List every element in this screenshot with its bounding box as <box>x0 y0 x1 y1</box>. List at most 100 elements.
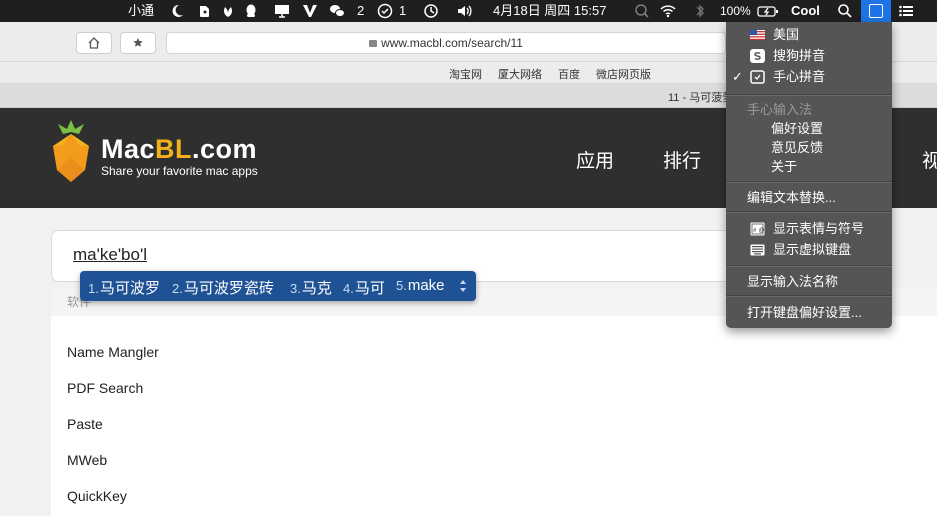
menu-separator <box>726 94 892 96</box>
time-machine-icon[interactable] <box>423 3 439 19</box>
menu-item-label: 显示虚拟键盘 <box>773 242 852 257</box>
menu-item-label: 搜狗拼音 <box>773 48 826 63</box>
bookmarks-button[interactable] <box>120 32 156 54</box>
result-item-name-mangler[interactable]: Name Mangler <box>67 344 159 360</box>
candidate-number: 3. <box>290 281 301 296</box>
menu-item-label: 手心拼音 <box>773 69 826 84</box>
menu-item-preferences[interactable]: 偏好设置 <box>726 119 892 139</box>
ime-candidate-window: 1.马可波罗 2.马可波罗瓷砖 3.马克 4.马可 5.make <box>80 271 476 301</box>
address-bar[interactable]: www.macbl.com/search/11 <box>166 32 726 54</box>
menu-item-label: 美国 <box>773 27 800 42</box>
input-source-menu: 美国 搜狗拼音 ✓ 手心拼音 手心输入法 偏好设置 意见反馈 关于 编辑文本替换… <box>726 22 892 328</box>
evernote-icon[interactable] <box>196 3 212 19</box>
bookmark-xmu-net[interactable]: 厦大网络 <box>498 66 542 82</box>
notification-center-icon[interactable] <box>898 3 914 19</box>
site-tagline: Share your favorite mac apps <box>101 164 258 178</box>
menu-item-us[interactable]: 美国 <box>726 25 892 45</box>
menu-item-show-input-name[interactable]: 显示输入法名称 <box>726 272 892 292</box>
candidate-text: 马可波罗瓷砖 <box>183 280 274 297</box>
candidate-text: 马可波罗 <box>99 280 160 297</box>
star-icon <box>133 38 143 47</box>
result-item-quickkey[interactable]: QuickKey <box>67 488 127 504</box>
url-text: www.macbl.com/search/11 <box>381 36 523 50</box>
keyboard-viewer-icon <box>750 244 765 256</box>
svg-text:@: @ <box>759 228 765 234</box>
ime-candidate-4[interactable]: 4.马可 <box>343 277 385 298</box>
leaf-icon[interactable] <box>220 3 236 19</box>
user-name[interactable]: Cool <box>791 0 820 22</box>
notify-count: 1 <box>399 3 407 18</box>
logo-bl: BL <box>155 134 193 164</box>
menubar: 小通 2 1 4月18日 周四 15:57 100% Cool <box>0 0 937 22</box>
lock-icon <box>369 40 378 48</box>
menu-item-label: 显示输入法名称 <box>747 274 839 289</box>
menu-separator <box>726 265 892 267</box>
wifi-icon[interactable] <box>660 3 676 19</box>
menu-item-sogou[interactable]: 搜狗拼音 <box>726 46 892 66</box>
menu-item-shouxin[interactable]: ✓ 手心拼音 <box>726 67 892 87</box>
shouxin-icon <box>750 70 765 84</box>
wechat-count: 2 <box>357 3 365 18</box>
home-button[interactable] <box>76 32 112 54</box>
spotlight-icon[interactable] <box>837 3 853 19</box>
menu-section-title: 手心输入法 <box>726 100 892 120</box>
result-item-paste[interactable]: Paste <box>67 416 103 432</box>
nav-ranking[interactable]: 排行 <box>663 146 701 173</box>
menu-separator <box>726 295 892 297</box>
wechat-icon[interactable] <box>329 3 345 19</box>
battery-icon[interactable] <box>757 3 779 19</box>
result-item-pdf-search[interactable]: PDF Search <box>67 380 143 396</box>
ime-candidate-3[interactable]: 3.马克 <box>290 277 332 298</box>
menu-item-label: 偏好设置 <box>771 121 824 136</box>
ime-candidate-5[interactable]: 5.make <box>396 277 445 294</box>
page-arrows-icon[interactable] <box>459 279 467 293</box>
candidate-number: 4. <box>343 281 354 296</box>
section-title-text: 手心输入法 <box>747 102 813 117</box>
pineapple-logo-icon[interactable] <box>50 120 92 182</box>
candidate-number: 1. <box>88 281 99 296</box>
result-item-mweb[interactable]: MWeb <box>67 452 107 468</box>
menu-item-keyboard-viewer[interactable]: 显示虚拟键盘 <box>726 240 892 260</box>
menu-separator <box>726 181 892 183</box>
nav-video[interactable]: 视 <box>922 146 937 173</box>
sogou-icon <box>750 49 765 63</box>
check-badge-icon[interactable] <box>377 3 393 19</box>
candidate-text: make <box>407 277 445 294</box>
us-flag-icon <box>750 30 765 40</box>
bluetooth-icon[interactable] <box>692 3 708 19</box>
clock[interactable]: 4月18日 周四 15:57 <box>493 0 606 22</box>
qq-icon[interactable] <box>243 3 259 19</box>
menu-item-label: 意见反馈 <box>771 140 824 155</box>
bookmark-taobao[interactable]: 淘宝网 <box>449 66 482 82</box>
presentation-icon[interactable] <box>274 3 290 19</box>
user-switch-icon[interactable] <box>634 3 650 19</box>
menu-item-edit-text-replace[interactable]: 编辑文本替换... <box>726 188 892 208</box>
candidate-number: 5. <box>396 278 407 293</box>
home-icon <box>88 37 100 49</box>
ime-candidate-1[interactable]: 1.马可波罗 <box>88 277 160 298</box>
nav-apps[interactable]: 应用 <box>576 146 614 173</box>
bookmark-baidu[interactable]: 百度 <box>558 66 580 82</box>
moon-icon[interactable] <box>169 3 185 19</box>
bookmark-weidian[interactable]: 微店网页版 <box>596 66 651 82</box>
tab-title[interactable]: 11 - 马可菠萝 <box>668 89 733 105</box>
search-input-value: ma'ke'bo'l <box>73 245 147 264</box>
xiaotong-menu[interactable]: 小通 <box>128 0 154 22</box>
v-app-icon[interactable] <box>302 3 318 19</box>
ime-candidate-2[interactable]: 2.马可波罗瓷砖 <box>172 277 274 298</box>
menu-item-emoji-symbols[interactable]: # @ 显示表情与符号 <box>726 219 892 239</box>
volume-icon[interactable] <box>456 3 472 19</box>
site-logo[interactable]: MacBL.com <box>101 134 257 165</box>
candidate-text: 马克 <box>301 280 332 297</box>
candidate-text: 马可 <box>354 280 385 297</box>
menu-item-label: 关于 <box>771 159 798 174</box>
menu-item-label: 编辑文本替换... <box>747 190 836 205</box>
battery-percent: 100% <box>720 4 751 18</box>
logo-com: .com <box>192 134 258 164</box>
menu-item-open-keyboard-prefs[interactable]: 打开键盘偏好设置... <box>726 303 892 323</box>
menu-item-label: 打开键盘偏好设置... <box>747 305 862 320</box>
menu-item-about[interactable]: 关于 <box>726 157 892 177</box>
menu-item-feedback[interactable]: 意见反馈 <box>726 138 892 158</box>
input-source-menu-button[interactable] <box>861 0 891 22</box>
candidate-number: 2. <box>172 281 183 296</box>
